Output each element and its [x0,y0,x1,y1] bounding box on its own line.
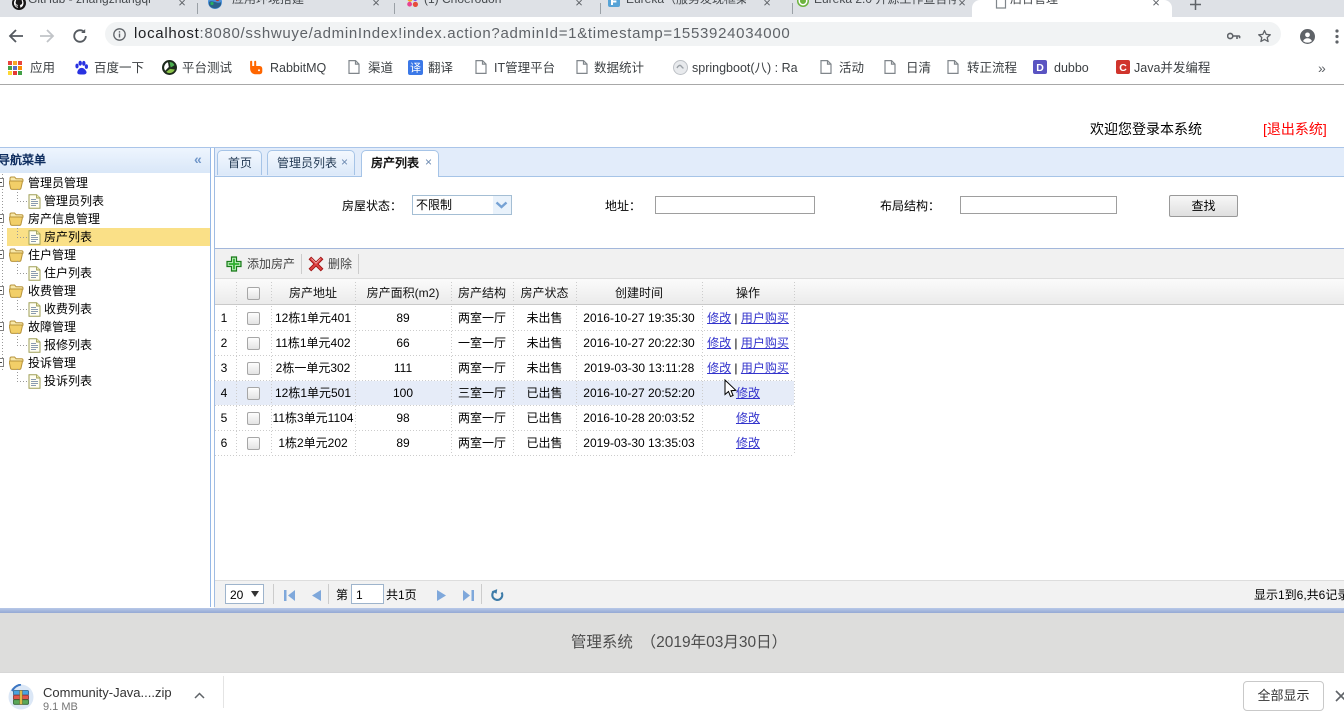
svg-text:译: 译 [410,62,421,75]
svg-text:D: D [1036,62,1044,74]
svg-text:C: C [1119,62,1127,74]
